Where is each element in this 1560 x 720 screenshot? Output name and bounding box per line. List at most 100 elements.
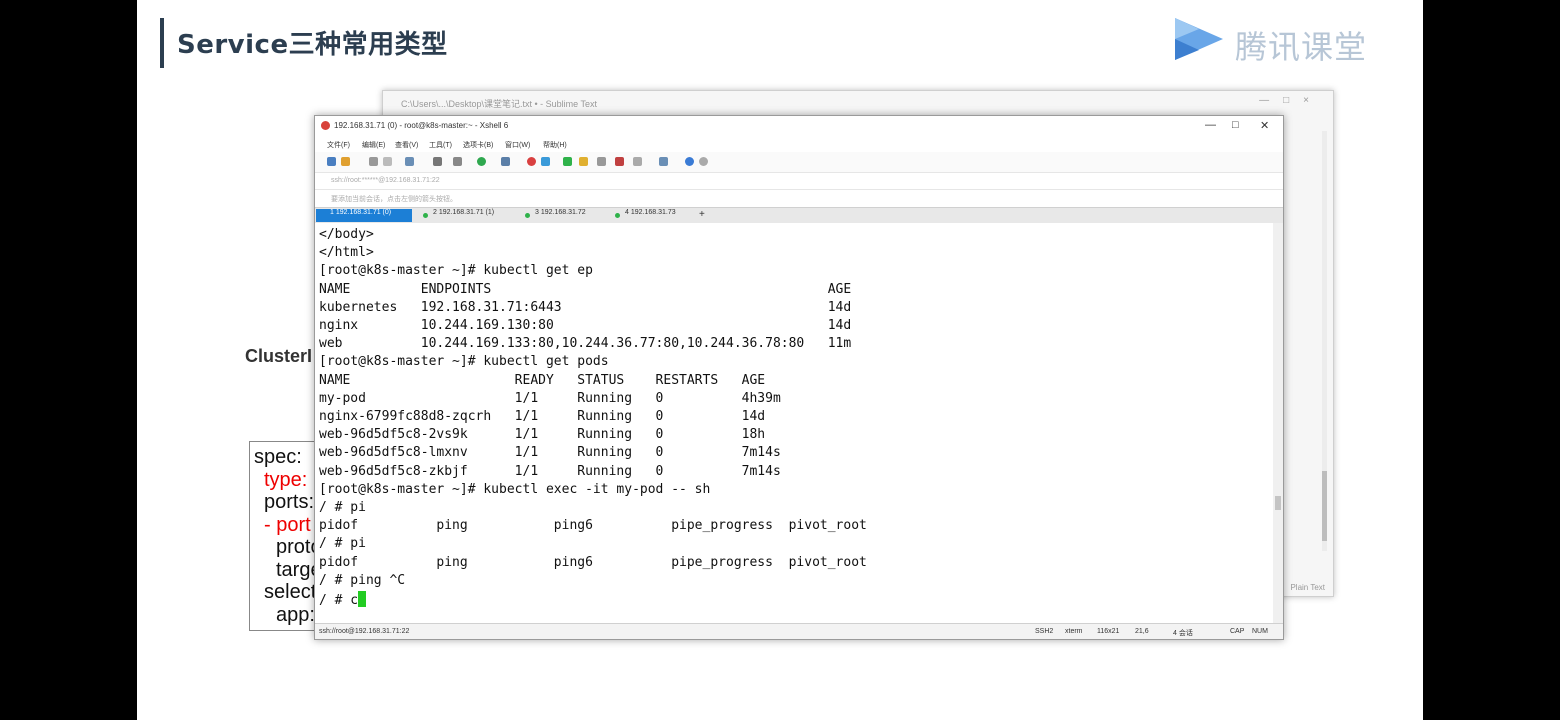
terminal-line-text: [root@k8s-master ~]# kubectl get pods (319, 354, 609, 370)
yaml-line: spec: (254, 446, 302, 468)
sublime-maximize-button[interactable]: □ (1283, 95, 1303, 106)
terminal-line-text: NAME ENDPOINTS AGE (319, 281, 852, 297)
menu-file[interactable]: 文件(F) (327, 140, 350, 150)
copy-icon[interactable] (369, 157, 378, 166)
menu-view[interactable]: 查看(V) (395, 140, 418, 150)
terminal-line: NAME READY STATUS RESTARTS AGE (319, 373, 765, 388)
status-position: 21,6 (1135, 628, 1149, 635)
terminal-line-text: nginx-6799fc88d8-zqcrh 1/1 Running 0 14d (319, 409, 766, 424)
terminal-line: </body> (319, 227, 374, 242)
connected-dot-icon (615, 213, 620, 218)
paste-icon[interactable] (383, 157, 392, 166)
xshell-titlebar[interactable]: 192.168.31.71 (0) - root@k8s-master:~ - … (315, 116, 1283, 136)
slide-title: Service三种常用类型 (177, 30, 448, 60)
sublime-scroll-thumb[interactable] (1322, 471, 1327, 541)
terminal-line-text: NAME READY STATUS RESTARTS AGE (319, 372, 766, 388)
terminal-line-text: my-pod 1/1 Running 0 4h39m (319, 390, 781, 406)
title-accent-bar (160, 18, 164, 68)
terminal-line-text: </body> (319, 227, 374, 242)
yaml-line: type: (264, 468, 308, 491)
status-term: xterm (1065, 628, 1083, 635)
terminal-line: web-96d5df5c8-lmxnv 1/1 Running 0 7m14s (319, 445, 781, 460)
search-icon[interactable] (433, 157, 442, 166)
status-bar: ssh://root@192.168.31.71:22 SSH2 xterm 1… (315, 623, 1283, 639)
yaml-line: app: (276, 603, 315, 626)
slide: Service三种常用类型 腾讯课堂 ClusterI spec: type: po… (137, 0, 1423, 720)
play-logo-icon (1175, 18, 1223, 60)
tencent-classroom-logo: 腾讯课堂 (1169, 12, 1389, 68)
session-tab-bar: 1 192.168.31.71 (0) 2 192.168.31.71 (1) … (315, 207, 1283, 223)
script-icon[interactable] (615, 157, 624, 166)
help-icon[interactable] (685, 157, 694, 166)
sublime-status-syntax[interactable]: Plain Text (1290, 583, 1325, 592)
menu-tools[interactable]: 工具(T) (429, 140, 452, 150)
menu-window[interactable]: 窗口(W) (505, 140, 530, 150)
sublime-window-controls[interactable]: —□× (1259, 95, 1323, 106)
session-notice-text: 要添加当前会话，点击左侧的箭头按钮。 (331, 196, 457, 203)
terminal-line: web 10.244.169.133:80,10.244.36.77:80,10… (319, 336, 851, 351)
terminal-line: [root@k8s-master ~]# kubectl get pods (319, 354, 609, 369)
xftp-icon[interactable] (527, 157, 536, 166)
yaml-code-box: spec: type: ports: - port proto targe select ap… (249, 441, 323, 631)
open-folder-icon[interactable] (341, 157, 350, 166)
maximize-button[interactable]: □ (1232, 119, 1239, 131)
status-size: 116x21 (1097, 628, 1120, 635)
minimize-button[interactable]: — (1205, 119, 1216, 131)
yaml-line: ports: (264, 491, 315, 513)
terminal-line-text: / # c (319, 593, 359, 608)
menu-tabs[interactable]: 选项卡(B) (463, 140, 493, 150)
xshell-window[interactable]: 192.168.31.71 (0) - root@k8s-master:~ - … (314, 115, 1284, 640)
session-tab-2[interactable]: 2 192.168.31.71 (1) (419, 209, 515, 222)
print-icon[interactable] (453, 157, 462, 166)
yaml-line: select (264, 581, 317, 603)
sublime-minimize-button[interactable]: — (1259, 95, 1283, 106)
close-button[interactable]: ✕ (1260, 119, 1269, 132)
terminal-line: pidof ping ping6 pipe_progress pivot_roo… (319, 518, 867, 533)
terminal-line-text: web-96d5df5c8-2vs9k 1/1 Running 0 18h (319, 427, 766, 443)
terminal-line: my-pod 1/1 Running 0 4h39m (319, 391, 781, 406)
new-session-icon[interactable] (327, 157, 336, 166)
status-session: ssh://root@192.168.31.71:22 (319, 628, 410, 635)
connected-dot-icon (525, 213, 530, 218)
terminal-line-text: nginx 10.244.169.130:80 14d (319, 318, 852, 333)
globe-icon[interactable] (477, 157, 486, 166)
session-tab-4[interactable]: 4 192.168.31.73 (611, 209, 699, 222)
add-tab-button[interactable]: + (699, 209, 705, 220)
chat-icon[interactable] (699, 157, 708, 166)
terminal-line: / # ping ^C (319, 573, 405, 588)
terminal-line: [root@k8s-master ~]# kubectl get ep (319, 263, 593, 278)
terminal-line: / # pi (319, 500, 366, 515)
sublime-close-button[interactable]: × (1303, 95, 1323, 106)
terminal-line-text: / # pi (319, 536, 366, 552)
terminal-scroll-thumb[interactable] (1275, 496, 1281, 510)
terminal-line: nginx 10.244.169.130:80 14d (319, 318, 851, 333)
terminal-line-text: web-96d5df5c8-zkbjf 1/1 Running 0 7m14s (319, 463, 781, 479)
menu-help[interactable]: 帮助(H) (543, 140, 567, 150)
properties-icon[interactable] (405, 157, 414, 166)
menu-edit[interactable]: 编辑(E) (362, 140, 385, 150)
session-tab-1[interactable]: 1 192.168.31.71 (0) (316, 209, 412, 222)
terminal-line-text: kubernetes 192.168.31.71:6443 14d (319, 299, 852, 315)
terminal-line-text: web-96d5df5c8-lmxnv 1/1 Running 0 7m14s (319, 445, 781, 461)
terminal-line: pidof ping ping6 pipe_progress pivot_roo… (319, 555, 867, 570)
status-caps: CAP (1230, 628, 1245, 635)
terminal-output[interactable]: </body> </html> [root@k8s-master ~]# kubec… (315, 223, 1273, 623)
terminal-scrollbar[interactable] (1273, 223, 1283, 623)
lock-icon[interactable] (579, 157, 588, 166)
address-bar[interactable]: ssh://root:******@192.168.31.71:22 (315, 172, 1283, 190)
status-num: NUM (1252, 628, 1268, 635)
compose-icon[interactable] (633, 157, 642, 166)
terminal-line-text: / # ping ^C (319, 572, 406, 588)
layout-icon[interactable] (659, 157, 668, 166)
fullscreen-icon[interactable] (563, 157, 572, 166)
session-tab-label: 3 192.168.31.72 (535, 209, 586, 216)
address-text[interactable]: ssh://root:******@192.168.31.71:22 (331, 177, 440, 184)
terminal-line: web-96d5df5c8-2vs9k 1/1 Running 0 18h (319, 427, 765, 442)
session-tab-label: 4 192.168.31.73 (625, 209, 676, 216)
keyboard-icon[interactable] (597, 157, 606, 166)
connected-dot-icon (423, 213, 428, 218)
terminal-line: web-96d5df5c8-zkbjf 1/1 Running 0 7m14s (319, 464, 781, 479)
font-icon[interactable] (501, 157, 510, 166)
session-tab-3[interactable]: 3 192.168.31.72 (521, 209, 609, 222)
transfer-icon[interactable] (541, 157, 550, 166)
